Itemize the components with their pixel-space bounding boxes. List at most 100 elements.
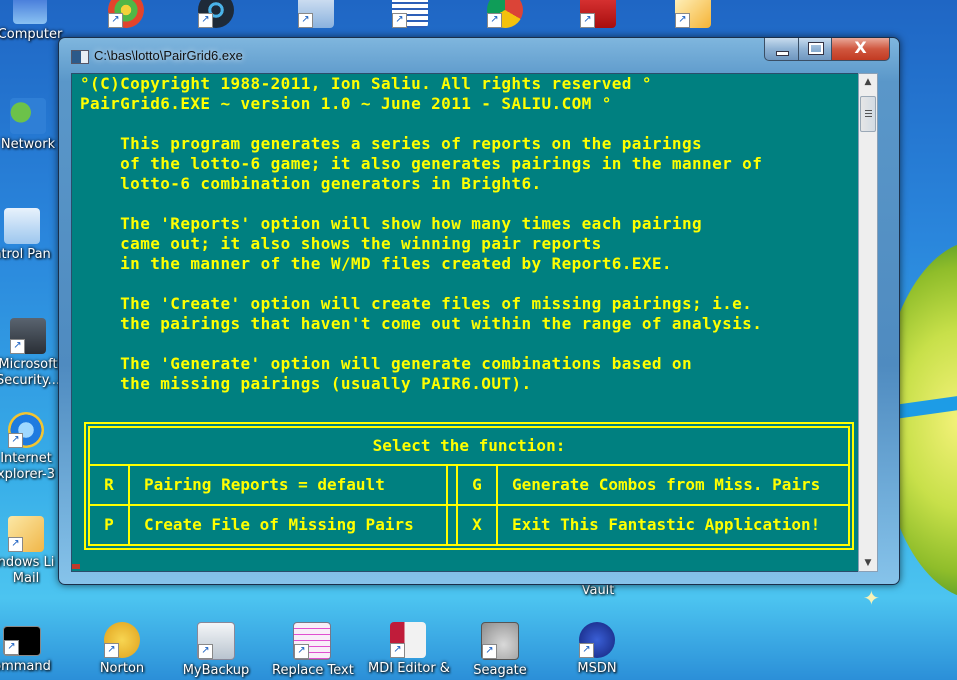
- menu-heading: Select the function:: [90, 428, 848, 466]
- option-key-r[interactable]: R: [90, 466, 130, 504]
- word-icon: ↗: [392, 0, 428, 28]
- option-exit-application[interactable]: Exit This Fantastic Application!: [512, 506, 820, 544]
- desktop-icon-label: Vault: [581, 583, 615, 598]
- desktop-icon-label: Seagate: [473, 663, 527, 678]
- console-output[interactable]: °(C)Copyright 1988-2011, Ion Saliu. All …: [71, 73, 860, 572]
- desktop-icon-computer[interactable]: Computer: [0, 0, 70, 43]
- window-title: C:\bas\lotto\PairGrid6.exe: [94, 48, 243, 63]
- scroll-up-arrow-icon[interactable]: ▲: [859, 74, 877, 90]
- console-line: the pairings that haven't come out withi…: [80, 314, 763, 333]
- desktop-icon-label: ommand: [0, 659, 51, 674]
- shortcut-arrow-icon: ↗: [4, 640, 19, 655]
- shortcut-arrow-icon: ↗: [8, 537, 23, 552]
- shortcut-arrow-icon: ↗: [198, 13, 213, 28]
- norton-gear-icon: ↗: [104, 622, 140, 658]
- shortcut-arrow-icon: ↗: [198, 644, 213, 659]
- desktop-icon-mybackup[interactable]: ↗ MyBackup: [176, 622, 256, 679]
- maximize-icon: [808, 42, 824, 55]
- close-icon: X: [854, 38, 867, 57]
- desktop-icon-media-player[interactable]: ↗: [176, 0, 256, 31]
- desktop-icon-label: MDI Editor &: [368, 661, 450, 676]
- grip-line: [865, 110, 872, 111]
- editor-books-icon: ↗: [390, 622, 426, 658]
- shortcut-arrow-icon: ↗: [298, 13, 313, 28]
- minimize-icon: [776, 51, 789, 56]
- desktop-icon-internet-explorer[interactable]: ↗ Internet xplorer-3: [0, 412, 66, 483]
- desktop-icon-label: Internet xplorer-3: [0, 451, 56, 482]
- console-app-icon[interactable]: [71, 50, 89, 64]
- desktop-icon-utility-app[interactable]: ↗: [653, 0, 733, 31]
- network-icon: [10, 98, 46, 134]
- maximize-button[interactable]: [798, 38, 832, 61]
- function-menu: Select the function: R Pairing Reports =…: [84, 422, 854, 550]
- utility-icon: ↗: [675, 0, 711, 28]
- command-prompt-icon: ↗: [3, 626, 41, 656]
- option-generate-combos[interactable]: Generate Combos from Miss. Pairs: [512, 466, 820, 504]
- vertical-scrollbar[interactable]: ▲ ▼: [858, 73, 878, 572]
- shortcut-arrow-icon: ↗: [580, 13, 595, 28]
- grip-line: [865, 113, 872, 114]
- shortcut-arrow-icon: ↗: [104, 643, 119, 658]
- desktop-icon-label: Norton: [99, 661, 145, 676]
- console-line: the missing pairings (usually PAIR6.OUT)…: [80, 374, 532, 393]
- desktop-icon-mdi-editor[interactable]: ↗ MDI Editor &: [368, 622, 450, 677]
- console-line: The 'Generate' option will generate comb…: [80, 354, 693, 373]
- desktop-icon-windows-live-mail[interactable]: ↗ ndows Li Mail: [0, 516, 66, 587]
- menu-row: R Pairing Reports = default G Generate C…: [90, 466, 848, 506]
- shortcut-arrow-icon: ↗: [392, 13, 407, 28]
- text-cursor: [72, 564, 80, 569]
- shortcut-arrow-icon: ↗: [390, 643, 405, 658]
- shortcut-arrow-icon: ↗: [108, 13, 123, 28]
- shortcut-arrow-icon: ↗: [10, 339, 25, 354]
- scroll-down-arrow-icon[interactable]: ▼: [859, 555, 877, 571]
- console-line: This program generates a series of repor…: [80, 134, 703, 153]
- console-line: The 'Create' option will create files of…: [80, 294, 753, 313]
- menu-column-divider: [446, 466, 458, 544]
- document-icon: ↗: [298, 0, 334, 28]
- desktop-icon-norton[interactable]: ↗ Norton: [82, 622, 162, 677]
- internet-explorer-icon: ↗: [8, 412, 44, 448]
- mail-icon: ↗: [8, 516, 44, 552]
- option-key-g[interactable]: G: [458, 466, 498, 504]
- shortcut-arrow-icon: ↗: [294, 644, 309, 659]
- scrollbar-thumb[interactable]: [860, 96, 876, 132]
- desktop-icon-adobe-reader[interactable]: ↗: [558, 0, 638, 31]
- console-window: C:\bas\lotto\PairGrid6.exe X °(C)Copyrig…: [58, 37, 900, 585]
- console-line: °(C)Copyright 1988-2011, Ion Saliu. All …: [80, 74, 652, 93]
- desktop-icon-document-app[interactable]: ↗: [276, 0, 356, 31]
- shortcut-arrow-icon: ↗: [482, 644, 497, 659]
- desktop-icon-label: Replace Text: [272, 663, 354, 678]
- desktop-icon-microsoft-word[interactable]: ↗: [370, 0, 450, 31]
- wallpaper-sparkle: ✦: [863, 586, 880, 610]
- desktop-icon-label: ndows Li Mail: [0, 555, 55, 586]
- desktop-icon-msdn[interactable]: ↗ MSDN: [557, 622, 637, 677]
- desktop-icon-seagate[interactable]: ↗ Seagate: [460, 622, 540, 679]
- control-panel-icon: [4, 208, 40, 244]
- disc-player-icon: ↗: [198, 0, 234, 28]
- desktop-icon-command-prompt[interactable]: ↗ ommand: [0, 626, 62, 675]
- desktop-icon-vault-label: Vault: [558, 583, 638, 599]
- shortcut-arrow-icon: ↗: [579, 643, 594, 658]
- desktop-icon-windows-media-center[interactable]: ↗: [86, 0, 166, 31]
- option-key-x[interactable]: X: [458, 506, 498, 544]
- computer-icon: [13, 0, 47, 24]
- console-line: The 'Reports' option will show how many …: [80, 214, 703, 233]
- desktop-icon-replace-text[interactable]: ↗ Replace Text: [272, 622, 354, 679]
- close-button[interactable]: X: [831, 38, 890, 61]
- option-key-p[interactable]: P: [90, 506, 130, 544]
- grip-line: [865, 116, 872, 117]
- shortcut-arrow-icon: ↗: [8, 433, 23, 448]
- title-bar[interactable]: C:\bas\lotto\PairGrid6.exe X: [59, 38, 899, 74]
- option-pairing-reports[interactable]: Pairing Reports = default: [144, 466, 385, 504]
- option-create-missing-pairs[interactable]: Create File of Missing Pairs: [144, 506, 414, 544]
- shortcut-arrow-icon: ↗: [487, 13, 502, 28]
- desktop-icon-control-panel[interactable]: ntrol Pan: [0, 208, 62, 263]
- security-castle-icon: ↗: [10, 318, 46, 354]
- console-line: in the manner of the W/MD files created …: [80, 254, 672, 273]
- console-line: PairGrid6.EXE ~ version 1.0 ~ June 2011 …: [80, 94, 612, 113]
- minimize-button[interactable]: [764, 38, 799, 61]
- desktop-icon-label: ntrol Pan: [0, 247, 51, 262]
- console-line: of the lotto-6 game; it also generates p…: [80, 154, 763, 173]
- desktop-icon-google-chrome[interactable]: ↗: [465, 0, 545, 31]
- desktop-icon-label: MSDN: [577, 661, 617, 676]
